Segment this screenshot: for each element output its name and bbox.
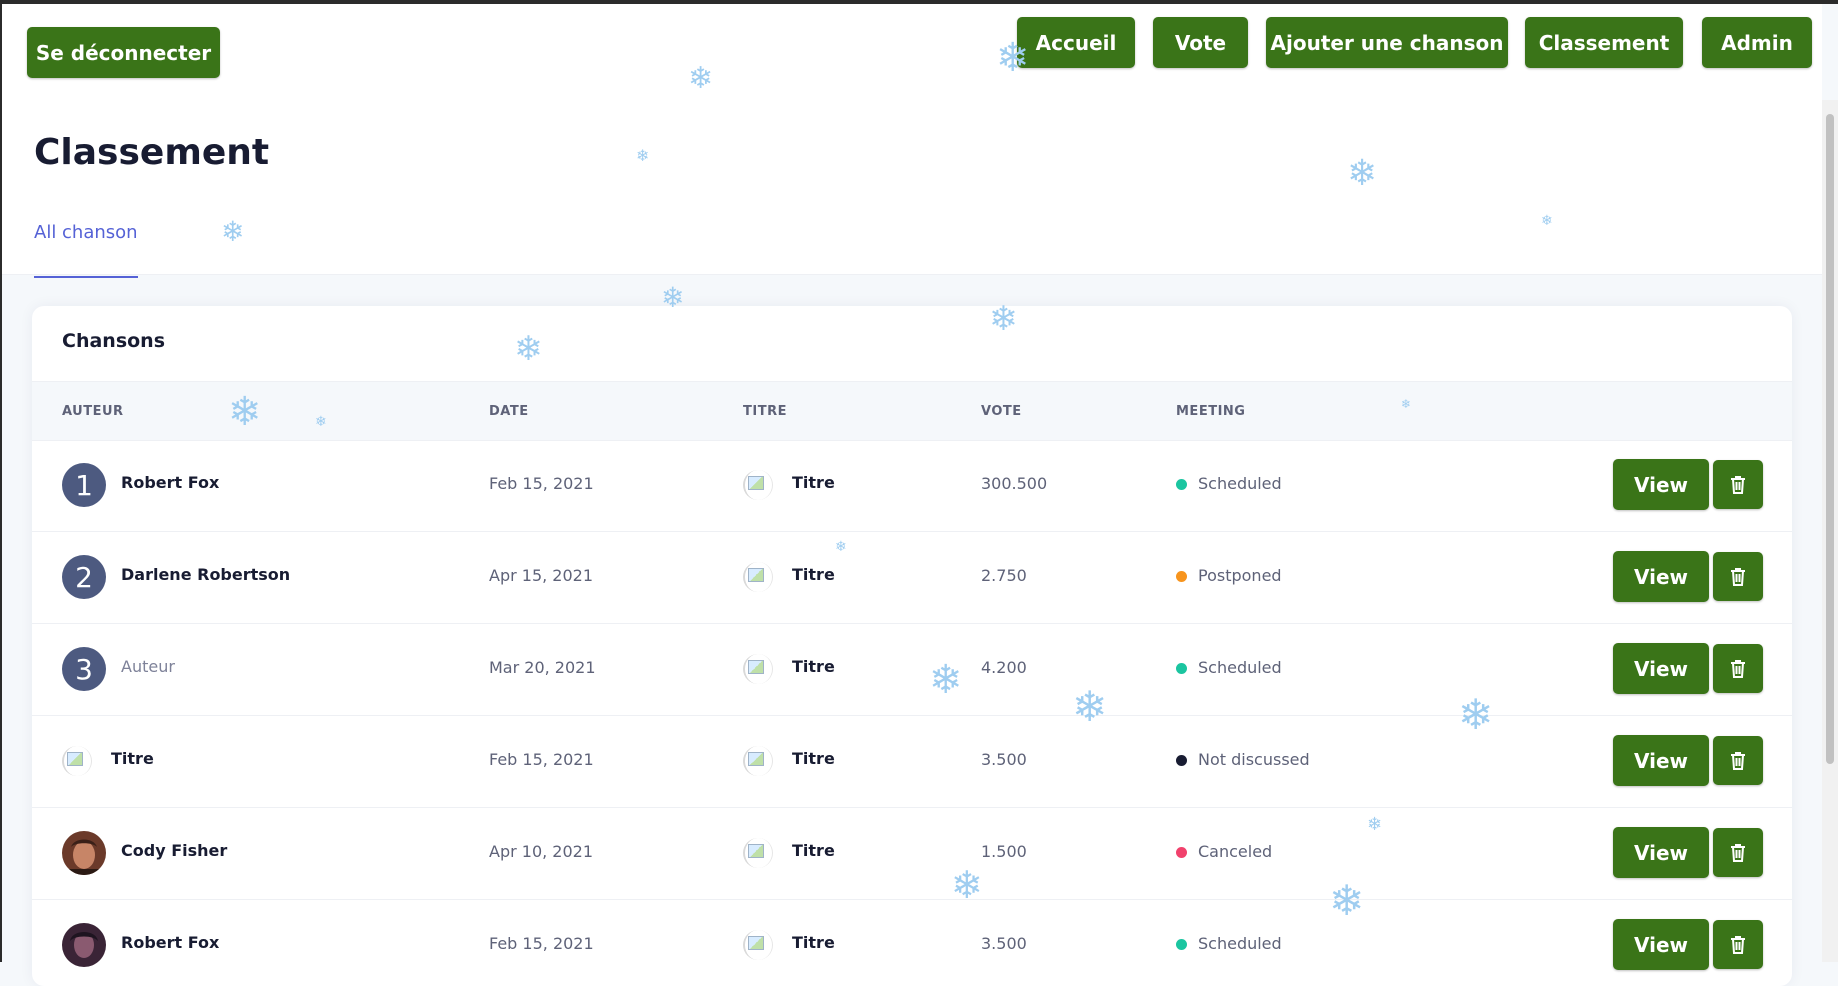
song-image (743, 470, 773, 500)
table-header: AUTEUR DATE TITRE VOTE MEETING (32, 381, 1792, 441)
song-title: Titre (792, 657, 835, 676)
author-name: Cody Fisher (121, 841, 228, 860)
table-row: 3 Auteur Mar 20, 2021 Titre 4.200 Schedu… (32, 623, 1792, 716)
status-text: Scheduled (1198, 474, 1282, 493)
column-header-vote: VOTE (981, 404, 1022, 419)
column-header-meeting: MEETING (1176, 404, 1246, 419)
vote-cell: 1.500 (981, 842, 1027, 861)
date-cell: Feb 15, 2021 (489, 474, 594, 493)
view-button[interactable]: View (1613, 643, 1709, 694)
songs-card: Chansons AUTEUR DATE TITRE VOTE MEETING … (32, 306, 1792, 986)
author-name: Robert Fox (121, 473, 220, 492)
song-image (743, 562, 773, 592)
page-title: Classement (34, 132, 270, 173)
tab-all-chanson[interactable]: All chanson (34, 222, 138, 278)
table-row: 1 Robert Fox Feb 15, 2021 Titre 300.500 … (32, 439, 1792, 532)
status-dot (1176, 847, 1187, 858)
date-cell: Mar 20, 2021 (489, 658, 596, 677)
rank-badge: 2 (62, 555, 106, 599)
status-text: Canceled (1198, 842, 1273, 861)
delete-button[interactable] (1713, 644, 1763, 693)
vote-cell: 3.500 (981, 750, 1027, 769)
table-row: Cody Fisher Apr 10, 2021 Titre 1.500 Can… (32, 807, 1792, 900)
vote-cell: 4.200 (981, 658, 1027, 677)
date-cell: Feb 15, 2021 (489, 750, 594, 769)
song-image (743, 746, 773, 776)
vote-cell: 3.500 (981, 934, 1027, 953)
view-button[interactable]: View (1613, 827, 1709, 878)
date-cell: Feb 15, 2021 (489, 934, 594, 953)
scrollbar-thumb[interactable] (1826, 114, 1834, 764)
date-cell: Apr 15, 2021 (489, 566, 594, 585)
date-cell: Apr 10, 2021 (489, 842, 594, 861)
page-scrollbar[interactable] (1822, 100, 1838, 962)
song-title: Titre (792, 841, 835, 860)
status-dot (1176, 755, 1187, 766)
status-text: Postponed (1198, 566, 1282, 585)
song-image (743, 838, 773, 868)
delete-button[interactable] (1713, 552, 1763, 601)
nav-accueil-button[interactable]: Accueil (1017, 17, 1135, 68)
trash-icon (1731, 935, 1745, 954)
trash-icon (1731, 567, 1745, 586)
vote-cell: 2.750 (981, 566, 1027, 585)
song-title: Titre (792, 933, 835, 952)
trash-icon (1731, 751, 1745, 770)
delete-button[interactable] (1713, 460, 1763, 509)
status-dot (1176, 663, 1187, 674)
column-header-auteur: AUTEUR (62, 404, 124, 419)
view-button[interactable]: View (1613, 919, 1709, 970)
table-row: Titre Feb 15, 2021 Titre 3.500 Not discu… (32, 715, 1792, 808)
nav-ajouter-chanson-button[interactable]: Ajouter une chanson (1266, 17, 1508, 68)
view-button[interactable]: View (1613, 551, 1709, 602)
delete-button[interactable] (1713, 828, 1763, 877)
author-name: Titre (111, 749, 154, 768)
status-text: Not discussed (1198, 750, 1310, 769)
author-name: Auteur (121, 657, 175, 676)
status-text: Scheduled (1198, 658, 1282, 677)
author-name: Darlene Robertson (121, 565, 291, 584)
table-row: Robert Fox Feb 15, 2021 Titre 3.500 Sche… (32, 899, 1792, 986)
song-title: Titre (792, 749, 835, 768)
rank-badge: 1 (62, 463, 106, 507)
song-image (743, 930, 773, 960)
trash-icon (1731, 659, 1745, 678)
status-dot (1176, 571, 1187, 582)
table-row: 2 Darlene Robertson Apr 15, 2021 Titre 2… (32, 531, 1792, 624)
delete-button[interactable] (1713, 736, 1763, 785)
nav-vote-button[interactable]: Vote (1153, 17, 1248, 68)
rank-badge: 3 (62, 647, 106, 691)
trash-icon (1731, 475, 1745, 494)
column-header-titre: TITRE (743, 404, 787, 419)
vote-cell: 300.500 (981, 474, 1048, 493)
page-header: Se déconnecter Accueil Vote Ajouter une … (2, 4, 1822, 278)
logout-button[interactable]: Se déconnecter (27, 27, 220, 78)
status-dot (1176, 479, 1187, 490)
author-image (62, 746, 92, 776)
song-title: Titre (792, 565, 835, 584)
tab-label: All chanson (34, 222, 138, 243)
author-name: Robert Fox (121, 933, 220, 952)
column-header-date: DATE (489, 404, 529, 419)
song-title: Titre (792, 473, 835, 492)
song-image (743, 654, 773, 684)
view-button[interactable]: View (1613, 459, 1709, 510)
avatar (62, 831, 106, 875)
status-text: Scheduled (1198, 934, 1282, 953)
nav-classement-button[interactable]: Classement (1525, 17, 1683, 68)
trash-icon (1731, 843, 1745, 862)
nav-admin-button[interactable]: Admin (1702, 17, 1812, 68)
status-dot (1176, 939, 1187, 950)
view-button[interactable]: View (1613, 735, 1709, 786)
card-title: Chansons (62, 330, 166, 352)
avatar (62, 923, 106, 967)
